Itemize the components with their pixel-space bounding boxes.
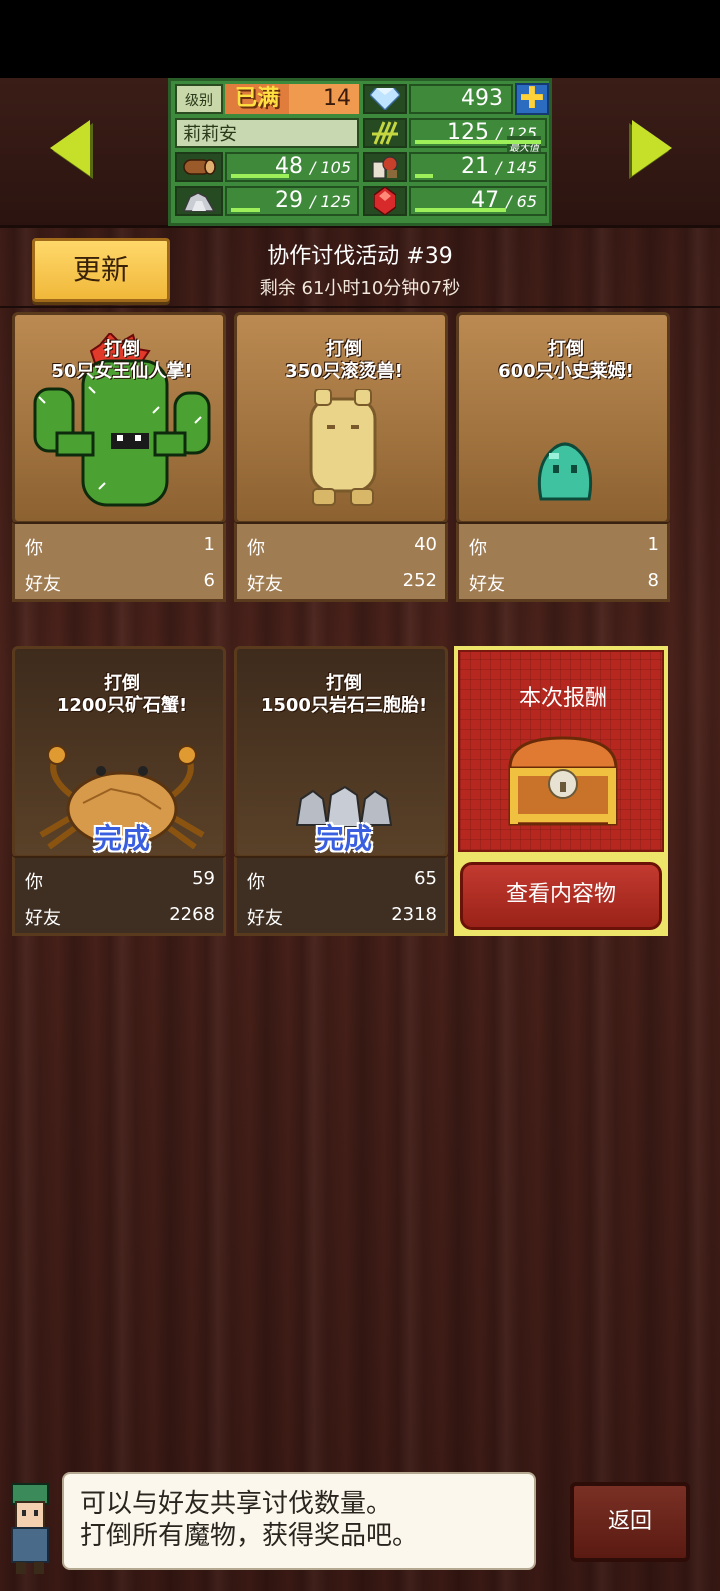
quest-card-rock-triplets[interactable]: 打倒 1500只岩石三胞胎! 完成 你 65 好友 2318 xyxy=(234,646,448,936)
completed-label: 完成 xyxy=(315,822,372,855)
treasure-chest-icon xyxy=(508,736,618,826)
friends-count: 252 xyxy=(402,570,437,591)
quest-card-slime[interactable]: 打倒 600只小史莱姆! 你 1 好友 8 xyxy=(456,312,670,602)
card-stats: 你 1 好友 6 xyxy=(12,522,226,602)
wood-icon xyxy=(175,152,223,182)
card-art: 打倒 600只小史莱姆! xyxy=(456,312,670,524)
grass-icon xyxy=(363,118,407,148)
card-art: 打倒 50只女王仙人掌! xyxy=(12,312,226,524)
crystal-bar xyxy=(415,208,506,212)
you-count: 59 xyxy=(192,868,215,889)
level-value: 14 xyxy=(289,84,359,114)
dialog-line-2: 打倒所有魔物，获得奖品吧。 xyxy=(80,1521,419,1551)
refresh-button[interactable]: 更新 xyxy=(32,238,170,302)
completed-label: 完成 xyxy=(93,822,150,855)
you-count: 40 xyxy=(414,534,437,555)
view-contents-button[interactable]: 查看内容物 xyxy=(460,862,662,930)
card-heading: 打倒 350只滚烫兽! xyxy=(285,339,403,382)
you-label: 你 xyxy=(247,872,265,893)
you-label: 你 xyxy=(25,538,43,559)
friends-count: 2318 xyxy=(391,904,437,925)
ingredients-bar xyxy=(415,174,433,178)
next-arrow-button[interactable] xyxy=(632,120,672,176)
card-heading: 打倒 1500只岩石三胞胎! xyxy=(260,673,428,716)
dialog-bubble: 可以与好友共享讨伐数量。 打倒所有魔物，获得奖品吧。 xyxy=(62,1472,536,1570)
friends-label: 好友 xyxy=(469,574,505,595)
divider xyxy=(0,306,720,308)
add-gems-button[interactable]: ✚ xyxy=(515,83,549,115)
friends-count: 8 xyxy=(647,570,659,591)
ore-icon xyxy=(175,186,223,216)
card-stats: 你 59 好友 2268 xyxy=(12,856,226,936)
hot-beast-monster-icon xyxy=(309,389,377,506)
grass-bar xyxy=(415,140,541,144)
ore-bar xyxy=(231,208,260,212)
quest-card-ore-crab[interactable]: 打倒 1200只矿石蟹! 完成 你 59 好友 2268 xyxy=(12,646,226,936)
card-art: 打倒 1500只岩石三胞胎! 完成 xyxy=(234,646,448,858)
you-count: 1 xyxy=(647,534,659,555)
you-count: 65 xyxy=(414,868,437,889)
card-art: 打倒 350只滚烫兽! xyxy=(234,312,448,524)
quest-card-hot-beast[interactable]: 打倒 350只滚烫兽! 你 40 好友 252 xyxy=(234,312,448,602)
you-label: 你 xyxy=(25,872,43,893)
grass-value: 125 / 125 最大值 xyxy=(409,118,547,162)
friends-count: 6 xyxy=(203,570,215,591)
prev-arrow-button[interactable] xyxy=(50,120,90,176)
level-max-badge: 已满 xyxy=(225,84,289,114)
player-name: 莉莉安 xyxy=(175,118,359,148)
card-stats: 你 65 好友 2318 xyxy=(234,856,448,936)
wood-value: 48 / 105 xyxy=(225,152,359,182)
friends-label: 好友 xyxy=(25,574,61,595)
you-count: 1 xyxy=(203,534,215,555)
reward-card: 本次报酬 查看内容物 xyxy=(454,646,668,936)
card-stats: 你 1 好友 8 xyxy=(456,522,670,602)
quest-card-cactus[interactable]: 打倒 50只女王仙人掌! 你 1 好友 6 xyxy=(12,312,226,602)
friends-label: 好友 xyxy=(25,908,61,929)
card-art: 打倒 1200只矿石蟹! 完成 xyxy=(12,646,226,858)
back-button[interactable]: 返回 xyxy=(570,1482,690,1562)
card-heading: 打倒 50只女王仙人掌! xyxy=(51,339,193,382)
wood-bar xyxy=(231,174,289,178)
ingredients-icon xyxy=(363,152,407,182)
card-heading: 打倒 1200只矿石蟹! xyxy=(56,673,188,716)
gem-count: 493 xyxy=(409,84,513,114)
npc-character-avatar xyxy=(11,1483,49,1574)
reward-title: 本次报酬 xyxy=(518,686,607,711)
ingredients-value: 21 / 145 xyxy=(409,152,547,182)
slime-monster-icon xyxy=(537,442,593,501)
ore-value: 29 / 125 xyxy=(225,186,359,216)
friends-label: 好友 xyxy=(247,908,283,929)
event-title: 协作讨伐活动 #39 xyxy=(267,244,453,269)
card-stats: 你 40 好友 252 xyxy=(234,522,448,602)
friends-count: 2268 xyxy=(169,904,215,925)
you-label: 你 xyxy=(469,538,487,559)
dialog-line-1: 可以与好友共享讨伐数量。 xyxy=(80,1489,393,1519)
diamond-icon xyxy=(363,84,407,114)
card-heading: 打倒 600只小史莱姆! xyxy=(498,339,634,382)
status-bar xyxy=(0,0,720,78)
event-time-left: 剩余 61小时10分钟07秒 xyxy=(259,278,461,299)
you-label: 你 xyxy=(247,538,265,559)
reward-panel: 本次报酬 xyxy=(458,650,664,852)
crystal-value: 47 / 65 xyxy=(409,186,547,216)
crystal-icon xyxy=(363,186,407,216)
friends-label: 好友 xyxy=(247,574,283,595)
level-label: 级别 xyxy=(175,84,223,114)
player-stats-panel: 级别 已满 14 493 ✚ 莉莉安 125 / 125 最大值 48 / 10… xyxy=(168,78,552,226)
